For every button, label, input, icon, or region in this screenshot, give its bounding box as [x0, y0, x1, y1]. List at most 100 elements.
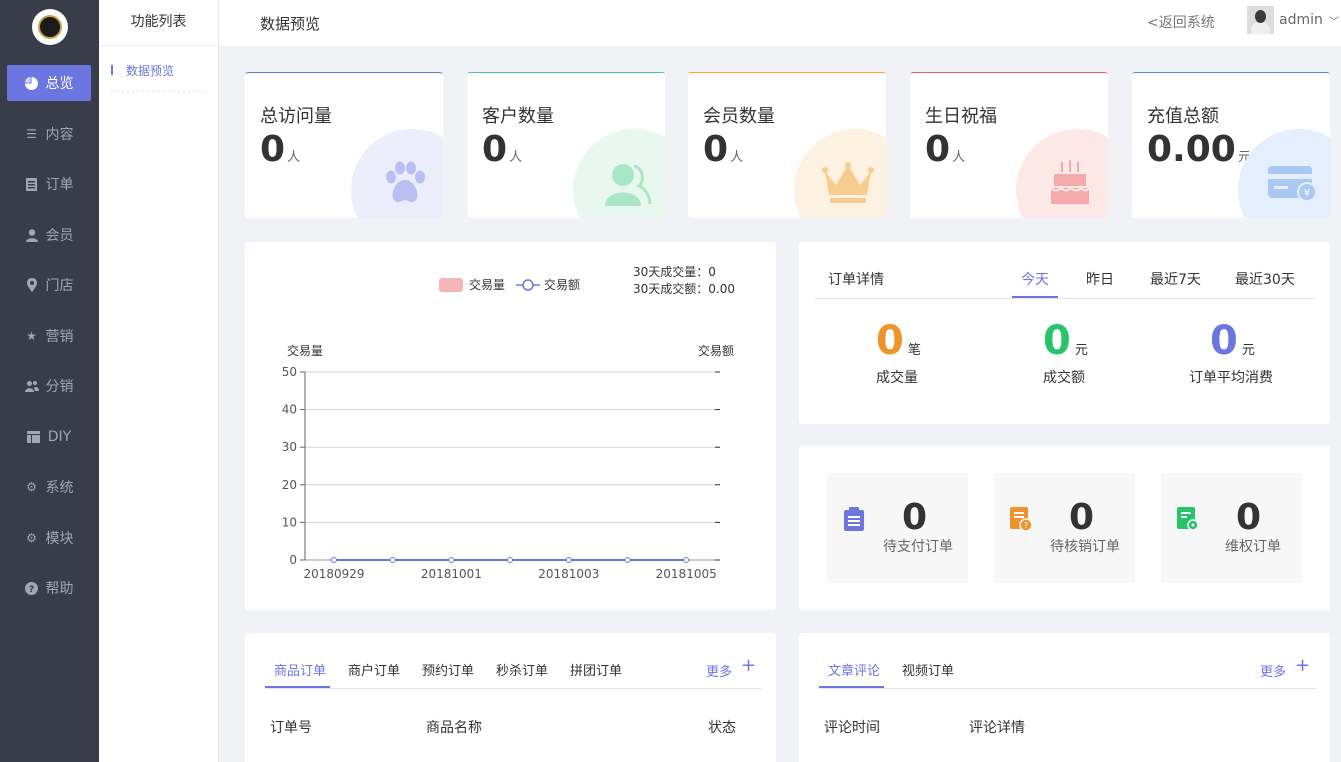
- sidebar-item-system[interactable]: ⚙ 系统: [7, 469, 91, 505]
- order-detail-card: 订单详情 今天 昨日 最近7天 最近30天 0笔 成交量 0元 成交额 0元 订…: [799, 242, 1330, 424]
- tab-last-7-days[interactable]: 最近7天: [1150, 269, 1201, 289]
- orders-list-card: 商品订单 商户订单 预约订单 秒杀订单 拼团订单 更多 + 订单号 商品名称 状…: [245, 633, 776, 762]
- svg-text:?: ?: [29, 585, 34, 595]
- pending-orders-card: 0 待支付订单 ? 0 待核销订单 0 维权订单: [799, 446, 1330, 610]
- document-icon: [25, 177, 39, 191]
- svg-text:¥: ¥: [1304, 188, 1310, 199]
- pending-verify-box[interactable]: ? 0 待核销订单: [994, 473, 1135, 583]
- sidebar-item-orders[interactable]: 订单: [7, 166, 91, 202]
- tab-divider: [819, 688, 1316, 689]
- sidebar-item-label: 模块: [45, 531, 74, 547]
- logo[interactable]: [32, 9, 68, 45]
- sidebar-item-label: 总览: [45, 76, 74, 92]
- tab-flash-sale-orders[interactable]: 秒杀订单: [496, 660, 548, 679]
- legend-volume[interactable]: 交易量: [439, 276, 505, 293]
- top-bar: 数据预览 <返回系统 admin ﹀: [219, 0, 1341, 46]
- stat-value: 0人: [260, 128, 300, 180]
- stat-card-birthdays: 生日祝福 0人: [910, 72, 1108, 218]
- users-icon: [24, 379, 39, 393]
- more-link[interactable]: 更多: [706, 661, 732, 680]
- metric-unit: 元: [1074, 343, 1088, 358]
- sidebar-item-label: 帮助: [45, 581, 74, 597]
- tab-indicator: [819, 686, 884, 688]
- metric-average: 0元: [1210, 321, 1255, 371]
- y-axis-label-left: 交易量: [287, 343, 323, 358]
- sidebar-item-content[interactable]: ☰ 内容: [7, 116, 91, 152]
- pending-value: 0: [902, 497, 928, 538]
- y-tick-label: 30: [282, 440, 297, 454]
- legend-amount[interactable]: 交易额: [516, 276, 580, 293]
- legend-volume-swatch: [439, 277, 463, 292]
- tab-group-buy-orders[interactable]: 拼团订单: [570, 660, 622, 679]
- sidebar-item-label: 分销: [45, 379, 74, 395]
- sidebar-item-distribution[interactable]: 分销: [7, 368, 91, 404]
- user-icon: [25, 228, 39, 242]
- stat-value: 0人: [482, 128, 522, 180]
- column-comment-detail: 评论详情: [969, 720, 1025, 736]
- back-to-system-link[interactable]: <返回系统: [1147, 12, 1215, 32]
- avatar-head: [1255, 10, 1266, 23]
- gear-icon: ⚙: [26, 480, 37, 494]
- plus-icon[interactable]: +: [741, 655, 756, 676]
- x-tick-label: 20181001: [421, 567, 482, 581]
- tab-video-orders[interactable]: 视频订单: [902, 660, 954, 679]
- sidebar-item-modules[interactable]: ⚙ 模块: [7, 520, 91, 556]
- sidebar: 总览 ☰ 内容 订单 会员 门店 ★ 营销 分销 DIY ⚙ 系统 ⚙ 模块 ? 帮助: [0, 0, 99, 762]
- stat-unit: 人: [287, 150, 301, 165]
- sidebar-item-members[interactable]: 会员: [7, 217, 91, 253]
- user-name[interactable]: admin: [1279, 12, 1323, 28]
- tab-merchant-orders[interactable]: 商户订单: [348, 660, 400, 679]
- column-product-name: 商品名称: [426, 720, 482, 736]
- tab-yesterday[interactable]: 昨日: [1086, 269, 1114, 289]
- metric-volume: 0笔: [876, 321, 921, 371]
- sidebar-item-help[interactable]: ? 帮助: [7, 570, 91, 606]
- tab-booking-orders[interactable]: 预约订单: [422, 660, 474, 679]
- gear-icon: ⚙: [26, 531, 37, 545]
- data-point-amount: [389, 557, 396, 563]
- sidebar-item-marketing[interactable]: ★ 营销: [7, 318, 91, 354]
- stat-title: 客户数量: [482, 106, 554, 127]
- pending-payment-box[interactable]: 0 待支付订单: [827, 473, 968, 583]
- avatar[interactable]: [1247, 6, 1274, 34]
- data-point-amount: [683, 557, 690, 563]
- chevron-down-icon[interactable]: ﹀: [1329, 13, 1339, 28]
- tab-divider: [815, 298, 1315, 299]
- sidebar-item-label: DIY: [47, 429, 72, 445]
- avatar-body: [1251, 22, 1270, 34]
- card-icon: ¥: [1264, 155, 1320, 211]
- y-tick-label: 50: [282, 365, 297, 379]
- y-tick-label: 20: [282, 478, 297, 492]
- metric-label: 成交额: [1043, 370, 1085, 386]
- sidebar-item-diy[interactable]: DIY: [7, 419, 91, 455]
- subnav-item-data-preview[interactable]: 数据预览: [111, 62, 206, 92]
- tab-goods-orders[interactable]: 商品订单: [274, 660, 326, 679]
- pending-rights-box[interactable]: 0 维权订单: [1161, 473, 1302, 583]
- stat-number: 0: [482, 129, 508, 170]
- sidebar-item-overview[interactable]: 总览: [7, 65, 91, 101]
- metric-value: 0: [1043, 318, 1071, 364]
- y-axis-label-right: 交易额: [698, 343, 734, 358]
- x-tick-label: 20181005: [656, 567, 717, 581]
- sidebar-item-label: 内容: [45, 127, 74, 143]
- sidebar-item-label: 营销: [45, 329, 74, 345]
- clipboard-icon: [843, 507, 865, 531]
- stat-unit: 人: [730, 150, 744, 165]
- cake-icon: [1042, 155, 1098, 211]
- sidebar-item-stores[interactable]: 门店: [7, 267, 91, 303]
- sidebar-item-label: 会员: [45, 228, 74, 244]
- tab-indicator: [1012, 296, 1058, 298]
- tab-today[interactable]: 今天: [1021, 269, 1049, 289]
- pending-value: 0: [1236, 497, 1262, 538]
- stat-number: 0: [703, 129, 729, 170]
- pending-label: 维权订单: [1225, 539, 1281, 555]
- plus-icon[interactable]: +: [1295, 655, 1310, 676]
- legend-amount-label: 交易额: [544, 278, 581, 292]
- stat-number: 0: [925, 129, 951, 170]
- y-tick-label: 40: [282, 403, 297, 417]
- more-link[interactable]: 更多: [1260, 661, 1286, 680]
- tab-last-30-days[interactable]: 最近30天: [1235, 269, 1295, 289]
- y-tick-label: 0: [289, 553, 297, 567]
- x-tick-label: 20180929: [303, 567, 364, 581]
- tab-article-comments[interactable]: 文章评论: [828, 660, 880, 679]
- question-icon: ?: [25, 581, 39, 595]
